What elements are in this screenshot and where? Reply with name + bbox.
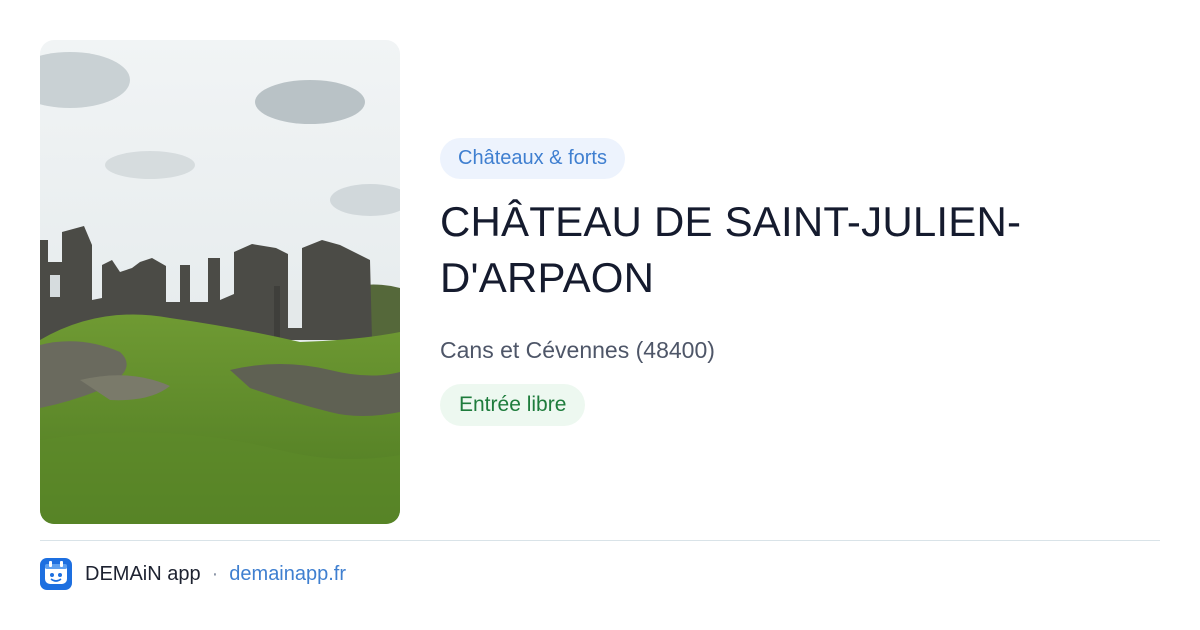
category-badge[interactable]: Châteaux & forts <box>440 138 625 179</box>
app-name: DEMAiN app <box>85 562 201 585</box>
site-link[interactable]: demainapp.fr <box>229 563 346 586</box>
footer-separator: · <box>211 562 219 585</box>
ruined-castle-image <box>40 40 400 524</box>
demain-app-logo-icon <box>40 558 72 590</box>
place-photo <box>40 40 400 524</box>
category-label: Châteaux & forts <box>458 147 607 169</box>
entry-label: Entrée libre <box>459 393 567 416</box>
place-location: Cans et Cévennes (48400) <box>440 337 715 363</box>
entry-badge: Entrée libre <box>440 384 586 426</box>
footer-divider <box>40 540 1160 541</box>
footer: DEMAiN app · demainapp.fr <box>40 558 346 590</box>
place-title: CHÂTEAU DE SAINT-JULIEN-D'ARPAON <box>440 198 1022 301</box>
